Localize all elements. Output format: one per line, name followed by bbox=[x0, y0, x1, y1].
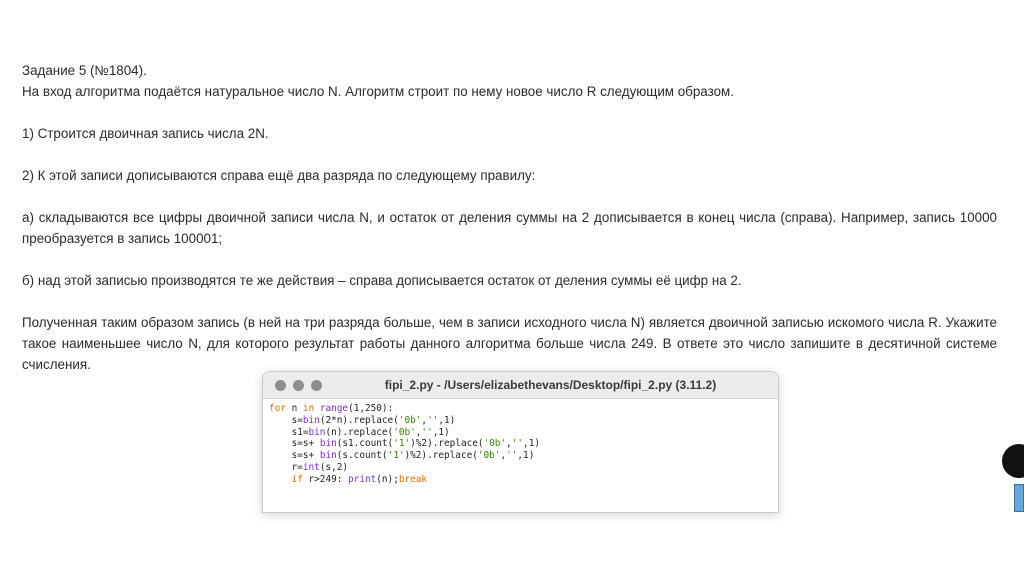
code-line: if r>249: print(n);break bbox=[291, 473, 428, 485]
minimize-window-button[interactable] bbox=[293, 380, 304, 391]
task-step-1: 1) Строится двоичная запись числа 2N. bbox=[22, 126, 269, 141]
task-conclusion: Полученная таким образом запись (в ней н… bbox=[22, 315, 997, 372]
task-step-2: 2) К этой записи дописываются справа ещё… bbox=[22, 168, 536, 183]
task-step-2a: а) складываются все цифры двоичной запис… bbox=[22, 210, 997, 246]
task-step-2b: б) над этой записью производятся те же д… bbox=[22, 273, 742, 288]
idle-editor-window[interactable]: fipi_2.py - /Users/elizabethevans/Deskto… bbox=[262, 371, 779, 513]
code-line: for n in range(1,250): bbox=[269, 403, 394, 414]
code-line: s1=bin(n).replace('0b','',1) bbox=[269, 426, 450, 438]
code-line: s=s+ bin(s.count('1')%2).replace('0b',''… bbox=[269, 450, 535, 462]
code-editor[interactable]: for n in range(1,250): s=bin(2*n).replac… bbox=[263, 399, 778, 490]
close-window-button[interactable] bbox=[275, 380, 286, 391]
code-line: s=s+ bin(s1.count('1')%2).replace('0b','… bbox=[269, 438, 540, 450]
window-titlebar[interactable]: fipi_2.py - /Users/elizabethevans/Deskto… bbox=[263, 372, 778, 399]
task-title: Задание 5 (№1804). bbox=[22, 63, 147, 78]
window-title: fipi_2.py - /Users/elizabethevans/Deskto… bbox=[384, 378, 717, 392]
edge-thumbnail[interactable] bbox=[1014, 484, 1024, 512]
task-intro: На вход алгоритма подаётся натуральное ч… bbox=[22, 84, 734, 99]
edge-widget[interactable] bbox=[1002, 444, 1024, 478]
code-line: r=int(s,2) bbox=[269, 461, 349, 473]
task-text: Задание 5 (№1804). На вход алгоритма под… bbox=[22, 60, 997, 375]
code-line: s=bin(2*n).replace('0b','',1) bbox=[269, 414, 456, 426]
zoom-window-button[interactable] bbox=[311, 380, 322, 391]
